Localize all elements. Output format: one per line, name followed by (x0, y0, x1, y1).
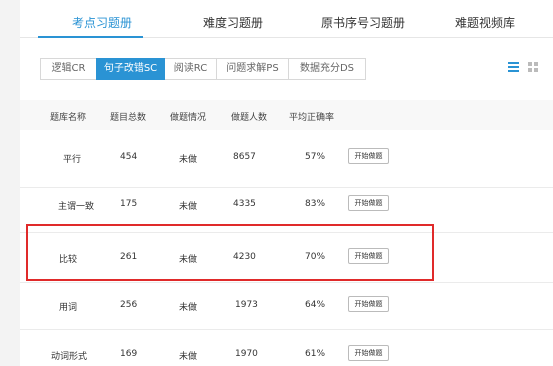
filter-cr[interactable]: 逻辑CR (40, 58, 97, 80)
cell-name: 动词形式 (51, 352, 88, 362)
cell-name: 用词 (59, 303, 78, 313)
tab-book-order-workbook[interactable]: 原书序号习题册 (321, 14, 405, 31)
cell-status: 未做 (179, 303, 198, 313)
filter-ps[interactable]: 问题求解PS (216, 58, 289, 80)
cell-count: 1973 (235, 300, 258, 310)
grid-view-icon[interactable] (528, 62, 538, 72)
cell-total: 175 (120, 199, 138, 209)
tab-bar: 考点习题册 难度习题册 原书序号习题册 难题视频库 (20, 0, 553, 38)
cell-count: 1970 (235, 349, 258, 359)
subject-filter-group: 逻辑CR 句子改错SC 阅读RC 问题求解PS 数据充分DS (40, 58, 366, 80)
cell-count: 4335 (233, 199, 256, 209)
table-row: 动词形式 169 未做 1970 61% 开始做题 (20, 326, 553, 366)
highlight-box (26, 224, 434, 281)
active-tab-indicator (38, 36, 143, 38)
header-name: 题库名称 (50, 113, 87, 123)
cell-rate: 64% (305, 300, 326, 310)
cell-count: 8657 (233, 152, 256, 162)
start-practice-button[interactable]: 开始做题 (348, 195, 389, 211)
list-view-icon[interactable] (508, 62, 519, 72)
view-toggle (508, 62, 538, 72)
tab-video-library[interactable]: 难题视频库 (455, 14, 515, 31)
cell-rate: 83% (305, 199, 326, 209)
cell-total: 256 (120, 300, 138, 310)
cell-total: 169 (120, 349, 138, 359)
header-rate: 平均正确率 (289, 113, 335, 123)
tab-difficulty-workbook[interactable]: 难度习题册 (203, 14, 263, 31)
start-practice-button[interactable]: 开始做题 (348, 345, 389, 361)
table-header: 题库名称 题目总数 做题情况 做题人数 平均正确率 (20, 100, 553, 130)
cell-status: 未做 (179, 202, 198, 212)
cell-rate: 61% (305, 349, 326, 359)
filter-ds[interactable]: 数据充分DS (288, 58, 366, 80)
header-status: 做题情况 (170, 113, 207, 123)
cell-status: 未做 (179, 155, 198, 165)
cell-rate: 57% (305, 152, 326, 162)
cell-total: 454 (120, 152, 138, 162)
filter-sc[interactable]: 句子改错SC (96, 58, 165, 80)
tab-topic-workbook[interactable]: 考点习题册 (72, 14, 132, 31)
header-count: 做题人数 (231, 113, 268, 123)
header-total: 题目总数 (110, 113, 147, 123)
cell-name: 平行 (63, 155, 82, 165)
start-practice-button[interactable]: 开始做题 (348, 148, 389, 164)
cell-name: 主谓一致 (58, 202, 95, 212)
start-practice-button[interactable]: 开始做题 (348, 296, 389, 312)
filter-rc[interactable]: 阅读RC (164, 58, 217, 80)
cell-status: 未做 (179, 352, 198, 362)
